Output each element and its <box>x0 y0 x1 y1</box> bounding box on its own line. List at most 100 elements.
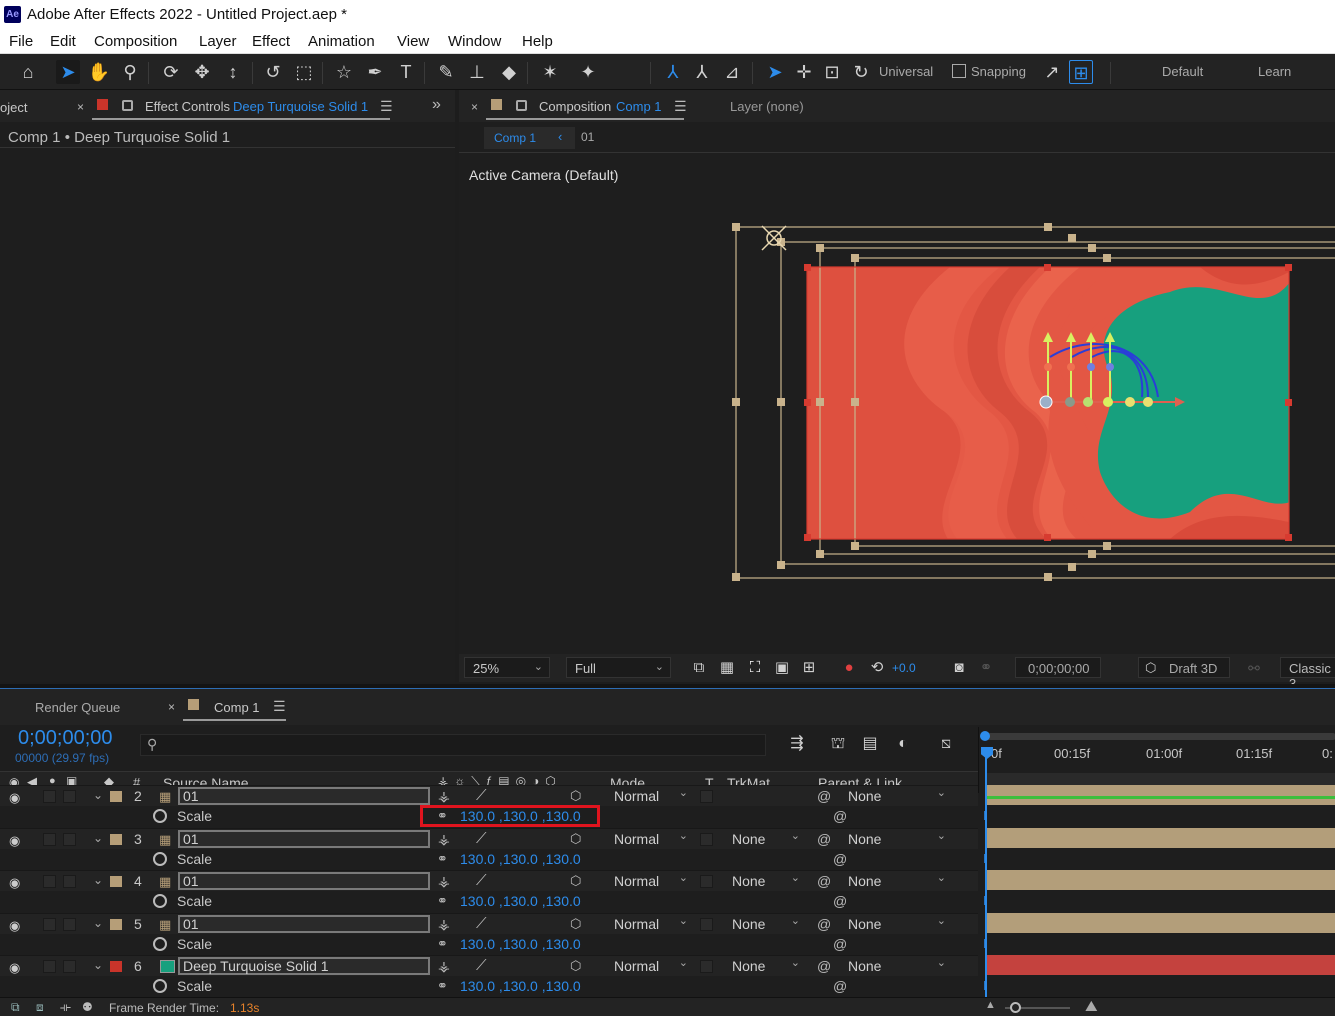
quality-switch-icon[interactable]: ⟋ <box>476 957 487 974</box>
lock-toggle[interactable] <box>63 790 76 803</box>
zoom-out-icon[interactable]: ▲ <box>985 999 996 1011</box>
solo-toggle[interactable] <box>43 875 56 888</box>
lock-toggle[interactable] <box>63 875 76 888</box>
mask-visibility-icon[interactable]: ⛶ <box>743 656 767 680</box>
extended-viewer-icon[interactable]: ⚯ <box>1242 656 1266 680</box>
zoom-in-icon[interactable]: ⛰ <box>1085 998 1098 1015</box>
layer-name-field[interactable]: 01 <box>178 830 430 848</box>
pickwhip-icon[interactable]: @ <box>817 831 831 847</box>
draft-3d-button[interactable]: ⬡ Draft 3D <box>1138 657 1230 678</box>
pen-tool-icon[interactable]: ✒ <box>363 60 387 84</box>
layer-row[interactable]: ◉ ⌄ 6 Deep Turquoise Solid 1 ⚶ ⟋ ⬡ Normal ⌄ None ⌄… <box>0 955 978 976</box>
expression-pickwhip-icon[interactable]: @ <box>833 893 847 909</box>
layer-name-field[interactable]: Deep Turquoise Solid 1 <box>178 957 430 975</box>
menu-help[interactable]: Help <box>522 33 553 50</box>
exposure-value[interactable]: +0.0 <box>892 661 916 675</box>
parent-dropdown[interactable]: None ⌄ <box>848 871 946 891</box>
shy-switch-icon[interactable]: ⚶ <box>438 873 450 890</box>
layer-duration-bar[interactable] <box>986 870 1335 890</box>
menu-effect[interactable]: Effect <box>252 33 290 50</box>
3d-layer-icon[interactable]: ⬡ <box>570 873 581 889</box>
label-color[interactable] <box>110 919 122 930</box>
trkmat-dropdown[interactable]: None ⌄ <box>732 829 800 849</box>
snap-target-icon[interactable]: ⊞ <box>1069 60 1093 84</box>
stopwatch-icon[interactable] <box>153 852 167 866</box>
puppet-pin-icon[interactable]: ✦ <box>576 60 600 84</box>
trkmat-dropdown[interactable]: None ⌄ <box>732 956 800 976</box>
eye-icon[interactable]: ◉ <box>9 875 20 891</box>
comp-timeline-tab[interactable]: Comp 1 <box>214 700 260 715</box>
menu-file[interactable]: File <box>9 33 33 50</box>
pan-camera-icon[interactable]: ✥ <box>190 60 214 84</box>
shy-switch-icon[interactable]: ⚶ <box>438 831 450 848</box>
expression-pickwhip-icon[interactable]: @ <box>833 808 847 824</box>
pickwhip-icon[interactable]: @ <box>817 916 831 932</box>
render-queue-tab[interactable]: Render Queue <box>35 700 120 715</box>
effect-controls-tab[interactable]: Effect Controls <box>145 99 230 114</box>
comp-nav-item[interactable]: Comp 1 <box>494 131 536 145</box>
constrain-link-icon[interactable]: ⚭ <box>437 851 448 867</box>
pickwhip-icon[interactable]: @ <box>817 873 831 889</box>
zoom-tool-icon[interactable]: ⚲ <box>118 60 142 84</box>
composition-viewer[interactable] <box>700 212 1335 592</box>
graph-editor-icon[interactable]: ⧅ <box>934 732 958 756</box>
menu-composition[interactable]: Composition <box>94 33 177 50</box>
quality-switch-icon[interactable]: ⟋ <box>476 915 487 932</box>
expand-panels-icon[interactable]: » <box>432 96 441 114</box>
comp-mini-flow-icon[interactable]: ⧉ <box>11 1000 20 1015</box>
current-timecode[interactable]: 0;00;00;00 <box>18 727 113 750</box>
mode-dropdown[interactable]: Normal ⌄ <box>614 914 688 934</box>
home-icon[interactable]: ⌂ <box>16 60 40 84</box>
layer-name-field[interactable]: 01 <box>178 787 430 805</box>
scale-value[interactable]: 130.0 ,130.0 ,130.0 <box>460 978 581 994</box>
layer-duration-bar[interactable] <box>986 785 1335 805</box>
brush-tool-icon[interactable]: ✎ <box>434 60 458 84</box>
universal-select-icon[interactable]: ➤ <box>763 60 787 84</box>
type-tool-icon[interactable]: T <box>394 60 418 84</box>
chevron-down-icon[interactable]: ⌄ <box>93 788 103 802</box>
expression-pickwhip-icon[interactable]: @ <box>833 978 847 994</box>
preserve-transparency-toggle[interactable] <box>700 790 713 803</box>
orbit-camera-icon[interactable]: ⟳ <box>159 60 183 84</box>
transfer-controls-icon[interactable]: ⟛ <box>60 1000 71 1015</box>
close-icon[interactable]: × <box>471 100 478 114</box>
zoom-dropdown[interactable]: 25% ⌄ <box>464 657 550 678</box>
chevron-down-icon[interactable]: ⌄ <box>93 916 103 930</box>
draft-3d-toggle-icon[interactable]: ⛫ <box>826 732 850 756</box>
constrain-link-icon[interactable]: ⚭ <box>437 893 448 909</box>
menu-edit[interactable]: Edit <box>50 33 76 50</box>
expression-pickwhip-icon[interactable]: @ <box>833 936 847 952</box>
pan-behind-icon[interactable]: ⬚ <box>292 60 316 84</box>
stopwatch-icon[interactable] <box>153 937 167 951</box>
layer-duration-bar[interactable] <box>986 828 1335 848</box>
viewer-timecode[interactable]: 0;00;00;00 <box>1015 657 1101 678</box>
layer-name-field[interactable]: 01 <box>178 915 430 933</box>
mode-dropdown[interactable]: Normal ⌄ <box>614 956 688 976</box>
quality-switch-icon[interactable]: ⟋ <box>476 787 487 804</box>
trkmat-dropdown[interactable]: None ⌄ <box>732 871 800 891</box>
menu-window[interactable]: Window <box>448 33 501 50</box>
shy-switch-icon[interactable]: ⚶ <box>438 916 450 933</box>
parent-dropdown[interactable]: None ⌄ <box>848 914 946 934</box>
close-icon[interactable]: × <box>77 100 84 114</box>
rotation-tool-icon[interactable]: ↺ <box>261 60 285 84</box>
mode-dropdown[interactable]: Normal ⌄ <box>614 871 688 891</box>
shape-tool-icon[interactable]: ☆ <box>332 60 356 84</box>
composition-target[interactable]: Comp 1 <box>616 99 662 114</box>
layer-row[interactable]: ◉ ⌄ 2 ▦ 01 ⚶ ⟋ ⬡ Normal ⌄ @ None ⌄ <box>0 785 978 806</box>
project-tab[interactable]: oject <box>0 100 27 115</box>
constrain-link-icon[interactable]: ⚭ <box>437 936 448 952</box>
layer-nav-item[interactable]: 01 <box>581 130 594 144</box>
clone-stamp-icon[interactable]: ⊥ <box>465 60 489 84</box>
panel-menu-icon[interactable]: ☰ <box>380 98 393 115</box>
3d-layer-icon[interactable]: ⬡ <box>570 788 581 804</box>
parent-dropdown[interactable]: None ⌄ <box>848 829 946 849</box>
view-axis-icon[interactable]: ⊿ <box>720 60 744 84</box>
lock-icon[interactable] <box>516 100 527 111</box>
channels-icon[interactable]: ● <box>837 656 861 680</box>
lock-toggle[interactable] <box>63 918 76 931</box>
pickwhip-icon[interactable]: @ <box>817 788 831 804</box>
in-out-icon[interactable]: ⚉ <box>82 1000 93 1014</box>
transparency-grid-icon[interactable]: ▦ <box>715 656 739 680</box>
eye-icon[interactable]: ◉ <box>9 833 20 849</box>
